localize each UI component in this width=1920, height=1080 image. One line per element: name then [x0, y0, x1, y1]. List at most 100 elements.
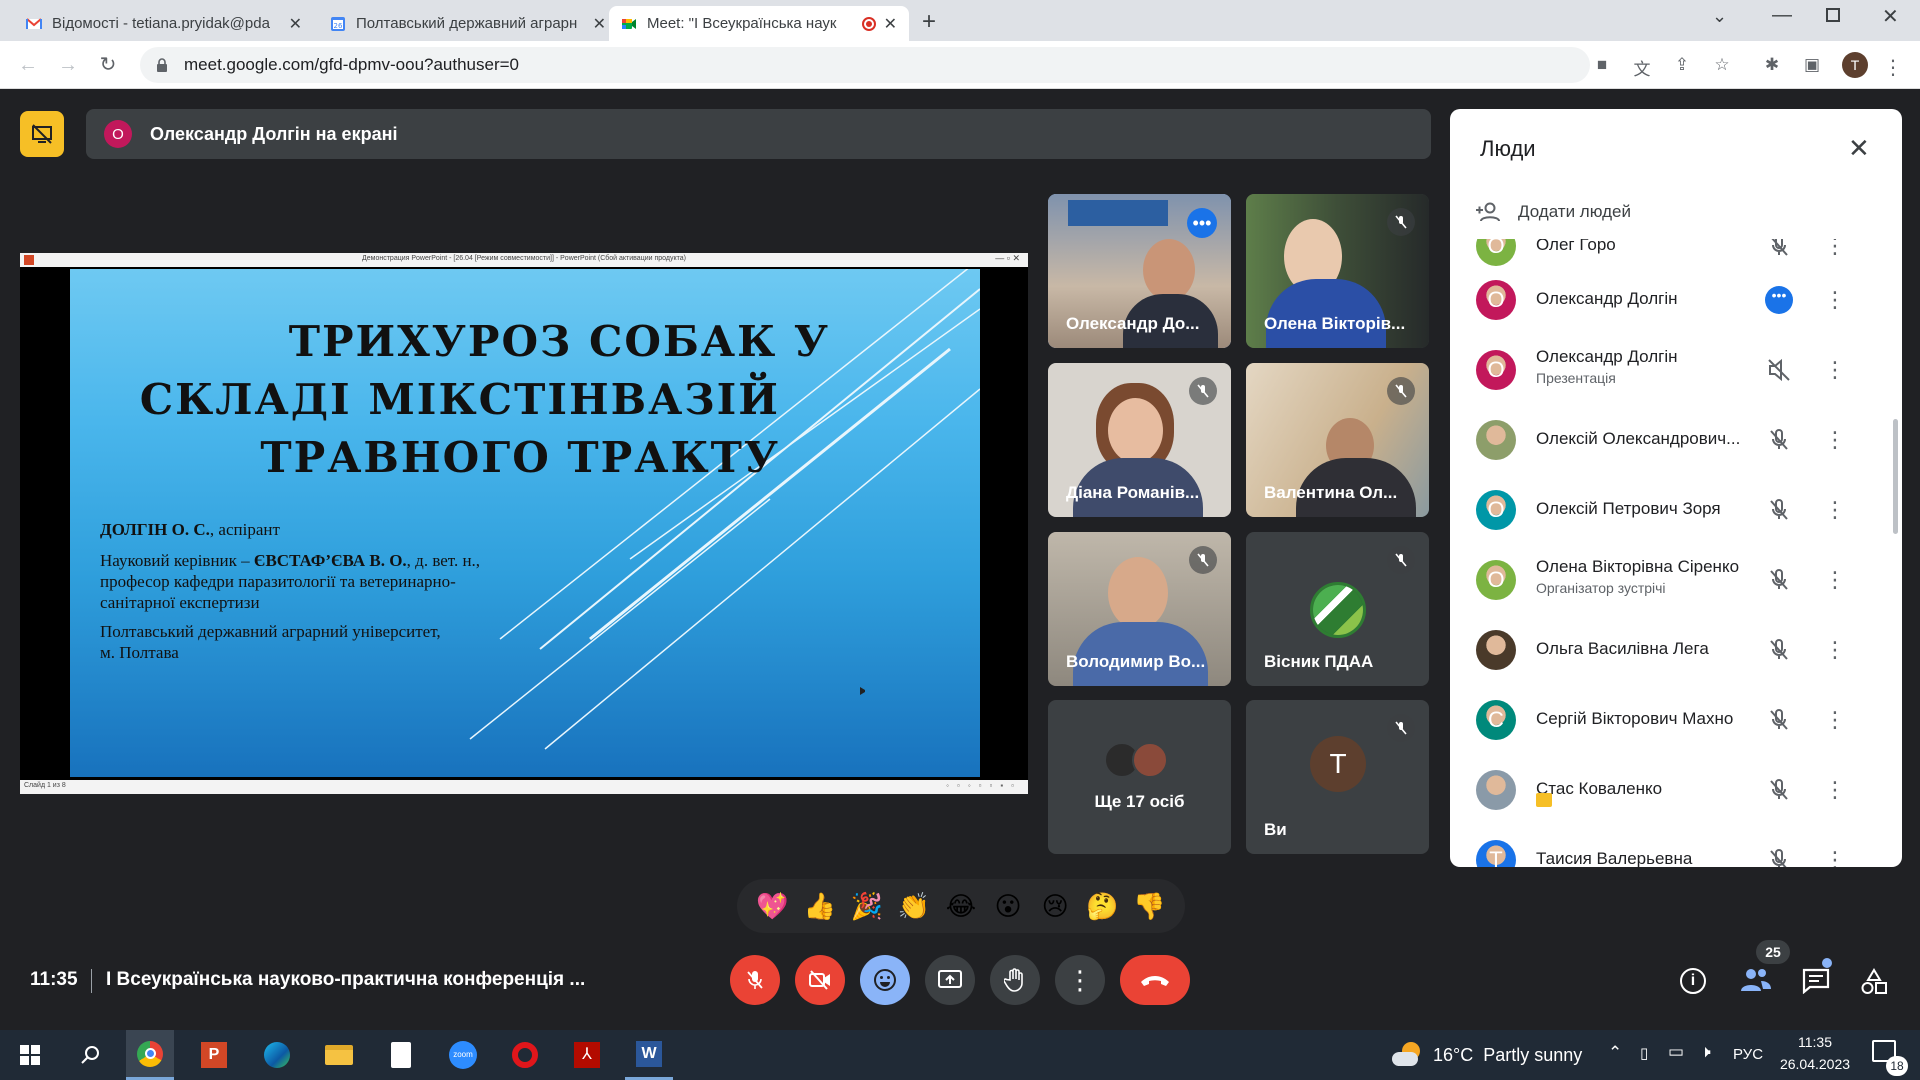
presentation-audio-off-icon[interactable] [1765, 356, 1793, 384]
people-button[interactable] [1739, 965, 1773, 998]
participant-row[interactable]: О Олена Вікторівна Сіренко Організатор зус… [1450, 545, 1902, 615]
more-participants-tile[interactable]: Ще 17 осіб [1048, 700, 1231, 854]
participant-row[interactable]: Олексій Олександрович... ⋮ [1450, 405, 1902, 475]
close-window-button[interactable]: ✕ [1882, 4, 1899, 29]
self-tile[interactable]: T Ви [1246, 700, 1429, 854]
participant-tile[interactable]: Діана Романів... [1048, 363, 1231, 517]
activities-button[interactable] [1860, 968, 1888, 1001]
taskbar-acrobat[interactable]: ⅄ [563, 1033, 611, 1077]
new-tab-button[interactable]: + [922, 8, 936, 36]
clock-date[interactable]: 26.04.2023 [1773, 1056, 1857, 1072]
taskbar-opera[interactable] [501, 1033, 549, 1077]
weather-text[interactable]: 16°C Partly sunny [1433, 1045, 1582, 1066]
participant-row[interactable]: О Олександр Долгін Презентація ⋮ [1450, 335, 1902, 405]
mic-off-icon[interactable] [1765, 636, 1793, 664]
mic-off-icon[interactable] [1765, 566, 1793, 594]
back-button[interactable]: ← [14, 51, 42, 79]
mic-off-icon[interactable] [1765, 706, 1793, 734]
more-vert-icon[interactable]: ⋮ [1824, 706, 1846, 734]
thinking-face-icon[interactable]: 🤔 [1082, 891, 1122, 922]
participant-row[interactable]: С Сергій Вікторович Махно ⋮ [1450, 685, 1902, 755]
mic-off-icon[interactable] [1765, 496, 1793, 524]
present-screen-button[interactable] [925, 955, 975, 1005]
taskbar-file-explorer[interactable] [315, 1033, 363, 1077]
taskbar-chrome[interactable] [126, 1030, 174, 1080]
more-vert-icon[interactable]: ⋮ [1824, 566, 1846, 594]
more-vert-icon[interactable]: ⋮ [1824, 846, 1846, 867]
taskbar-edge[interactable] [253, 1033, 301, 1077]
taskbar-word[interactable]: W [625, 1030, 673, 1080]
network-icon[interactable]: ▭ [1668, 1042, 1684, 1062]
add-people-button[interactable]: Додати людей [1476, 201, 1631, 223]
taskbar-notepad[interactable] [377, 1033, 425, 1077]
raise-hand-button[interactable] [990, 955, 1040, 1005]
surprised-face-icon[interactable]: 😮 [988, 891, 1028, 922]
sparkling-heart-icon[interactable]: 💖 [753, 891, 793, 922]
participant-row[interactable]: О Олександр Долгін ••• ⋮ [1450, 265, 1902, 335]
restore-button[interactable] [1826, 8, 1840, 22]
party-popper-icon[interactable]: 🎉 [847, 891, 887, 922]
tab-gmail[interactable]: Відомості - tetiana.pryidak@pda ✕ [14, 6, 314, 41]
participant-row[interactable]: Ольга Василівна Лега ⋮ [1450, 615, 1902, 685]
more-vert-icon[interactable]: ⋮ [1824, 496, 1846, 524]
chat-button[interactable] [1802, 968, 1830, 999]
tab-meet[interactable]: Meet: "І Всеукраїнська наук ✕ [609, 6, 909, 41]
tray-overflow-icon[interactable]: ⌃ [1608, 1043, 1622, 1063]
laughing-face-icon[interactable]: 😂 [941, 891, 981, 922]
browser-menu-icon[interactable]: ⋮ [1882, 55, 1904, 79]
mic-off-icon[interactable] [1765, 776, 1793, 804]
mic-off-icon[interactable] [1765, 239, 1793, 260]
camera-toggle-button[interactable] [795, 955, 845, 1005]
side-panel-icon[interactable]: ▣ [1801, 55, 1823, 77]
taskbar-search-button[interactable] [66, 1033, 114, 1077]
tab-search-icon[interactable]: ⌄ [1712, 6, 1727, 27]
participant-tile[interactable]: Олена Вікторів... [1246, 194, 1429, 348]
participant-row[interactable]: Т Таисия Валерьевна ⋮ [1450, 825, 1902, 867]
meeting-details-icon[interactable]: i [1680, 968, 1706, 994]
more-vert-icon[interactable]: ⋮ [1824, 286, 1846, 314]
minimize-button[interactable]: — [1772, 4, 1792, 27]
participant-tile[interactable]: Валентина Ол... [1246, 363, 1429, 517]
close-tab-icon[interactable]: ✕ [289, 14, 302, 34]
close-tab-icon[interactable]: ✕ [884, 14, 897, 34]
participant-tile[interactable]: ••• Олександр До... [1048, 194, 1231, 348]
weather-icon[interactable] [1392, 1040, 1422, 1070]
profile-avatar[interactable]: T [1842, 52, 1868, 78]
tray-device-icon[interactable]: ▯ [1640, 1044, 1648, 1062]
thumbs-up-icon[interactable]: 👍 [800, 891, 840, 922]
close-tab-icon[interactable]: ✕ [593, 14, 606, 34]
more-vert-icon[interactable]: ⋮ [1824, 356, 1846, 384]
share-icon[interactable]: ⇪ [1671, 55, 1693, 77]
language-indicator[interactable]: РУС [1733, 1046, 1763, 1063]
translate-icon[interactable]: 文 [1631, 55, 1653, 79]
scrollbar[interactable] [1893, 419, 1898, 534]
participant-row[interactable]: О Олексій Петрович Зоря ⋮ [1450, 475, 1902, 545]
taskbar-zoom[interactable]: zoom [439, 1033, 487, 1077]
reload-button[interactable]: ↻ [94, 51, 122, 79]
thumbs-down-icon[interactable]: 👎 [1129, 891, 1169, 922]
url-field[interactable]: meet.google.com/gfd-dpmv-oou?authuser=0 [140, 47, 1590, 83]
extensions-icon[interactable]: ✱ [1761, 55, 1783, 77]
close-panel-icon[interactable]: ✕ [1848, 133, 1870, 164]
tab-calendar[interactable]: 26 Полтавський державний аграрн ✕ [318, 6, 618, 41]
mic-off-icon[interactable] [1765, 846, 1793, 867]
mic-toggle-button[interactable] [730, 955, 780, 1005]
more-vert-icon[interactable]: ⋮ [1824, 636, 1846, 664]
more-vert-icon[interactable]: ⋮ [1824, 239, 1846, 260]
volume-muted-icon[interactable]: 🕨 [1700, 1042, 1711, 1062]
bookmark-star-icon[interactable]: ☆ [1711, 55, 1733, 77]
clapping-hands-icon[interactable]: 👏 [894, 891, 934, 922]
leave-call-button[interactable] [1120, 955, 1190, 1005]
more-vert-icon[interactable]: ⋮ [1824, 426, 1846, 454]
crying-face-icon[interactable]: 😢 [1035, 891, 1075, 922]
presentation-layout-button[interactable] [20, 111, 64, 157]
participant-tile[interactable]: Володимир Во... [1048, 532, 1231, 686]
clock-time[interactable]: 11:35 [1775, 1034, 1855, 1050]
windows-start-button[interactable] [6, 1033, 54, 1077]
taskbar-powerpoint[interactable]: P [190, 1033, 238, 1077]
more-options-button[interactable]: ⋮ [1055, 955, 1105, 1005]
camera-blocked-icon[interactable]: ■ [1591, 55, 1613, 77]
participant-tile[interactable]: Вісник ПДАА [1246, 532, 1429, 686]
more-vert-icon[interactable]: ⋮ [1824, 776, 1846, 804]
mic-off-icon[interactable] [1765, 426, 1793, 454]
